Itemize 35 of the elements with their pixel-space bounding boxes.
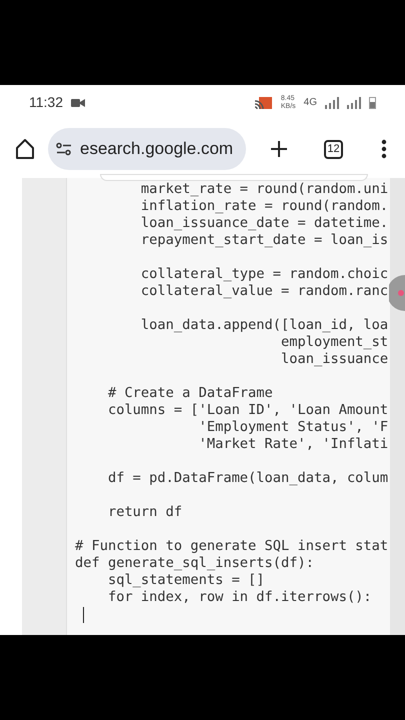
more-icon[interactable] — [381, 139, 387, 159]
battery-icon — [369, 96, 376, 109]
code-line: def generate_sql_inserts(df): — [75, 555, 314, 572]
code-line: loan_data.append([loan_id, loa — [140, 317, 388, 334]
code-line: loan_issuance_date = datetime. — [140, 215, 388, 232]
code-line: inflation_rate = round(random. — [140, 198, 388, 215]
code-line: columns = ['Loan ID', 'Loan Amount — [106, 402, 388, 419]
video-camera-icon — [71, 98, 85, 108]
code-line: 'Market Rate', 'Inflati — [198, 436, 388, 453]
code-line: sql_statements = [] — [106, 572, 265, 589]
code-line: # Function to generate SQL insert stat — [75, 538, 388, 555]
tune-icon[interactable] — [56, 142, 72, 156]
code-line: loan_issuance — [280, 351, 388, 368]
code-line: for index, row in df.iterrows(): — [106, 589, 372, 606]
code-line: collateral_value = random.ranc — [140, 283, 388, 300]
home-icon[interactable] — [14, 138, 36, 160]
signal-icon — [325, 96, 339, 108]
code-line: df = pd.DataFrame(loan_data, colum — [106, 470, 388, 487]
text-cursor — [83, 607, 84, 623]
clock-time: 11:32 — [29, 93, 63, 112]
url-text: esearch.google.com — [80, 138, 234, 160]
code-line: repayment_start_date = loan_is — [140, 232, 388, 249]
code-line: # Create a DataFrame — [106, 385, 273, 402]
code-line: market_rate = round(random.uni — [140, 181, 388, 198]
plus-icon[interactable] — [270, 140, 288, 158]
network-type: 4G — [304, 96, 317, 110]
address-bar[interactable]: esearch.google.com — [48, 128, 246, 170]
code-line: 'Employment Status', 'F — [198, 419, 388, 436]
code-line: return df — [106, 504, 182, 521]
code-line: collateral_type = random.choic — [140, 266, 388, 283]
tab-count-button[interactable]: 12 — [324, 140, 343, 158]
signal-icon — [347, 96, 361, 108]
cast-icon — [254, 96, 273, 110]
code-line: employment_st — [280, 334, 388, 351]
floating-bubble-icon — [389, 275, 405, 311]
